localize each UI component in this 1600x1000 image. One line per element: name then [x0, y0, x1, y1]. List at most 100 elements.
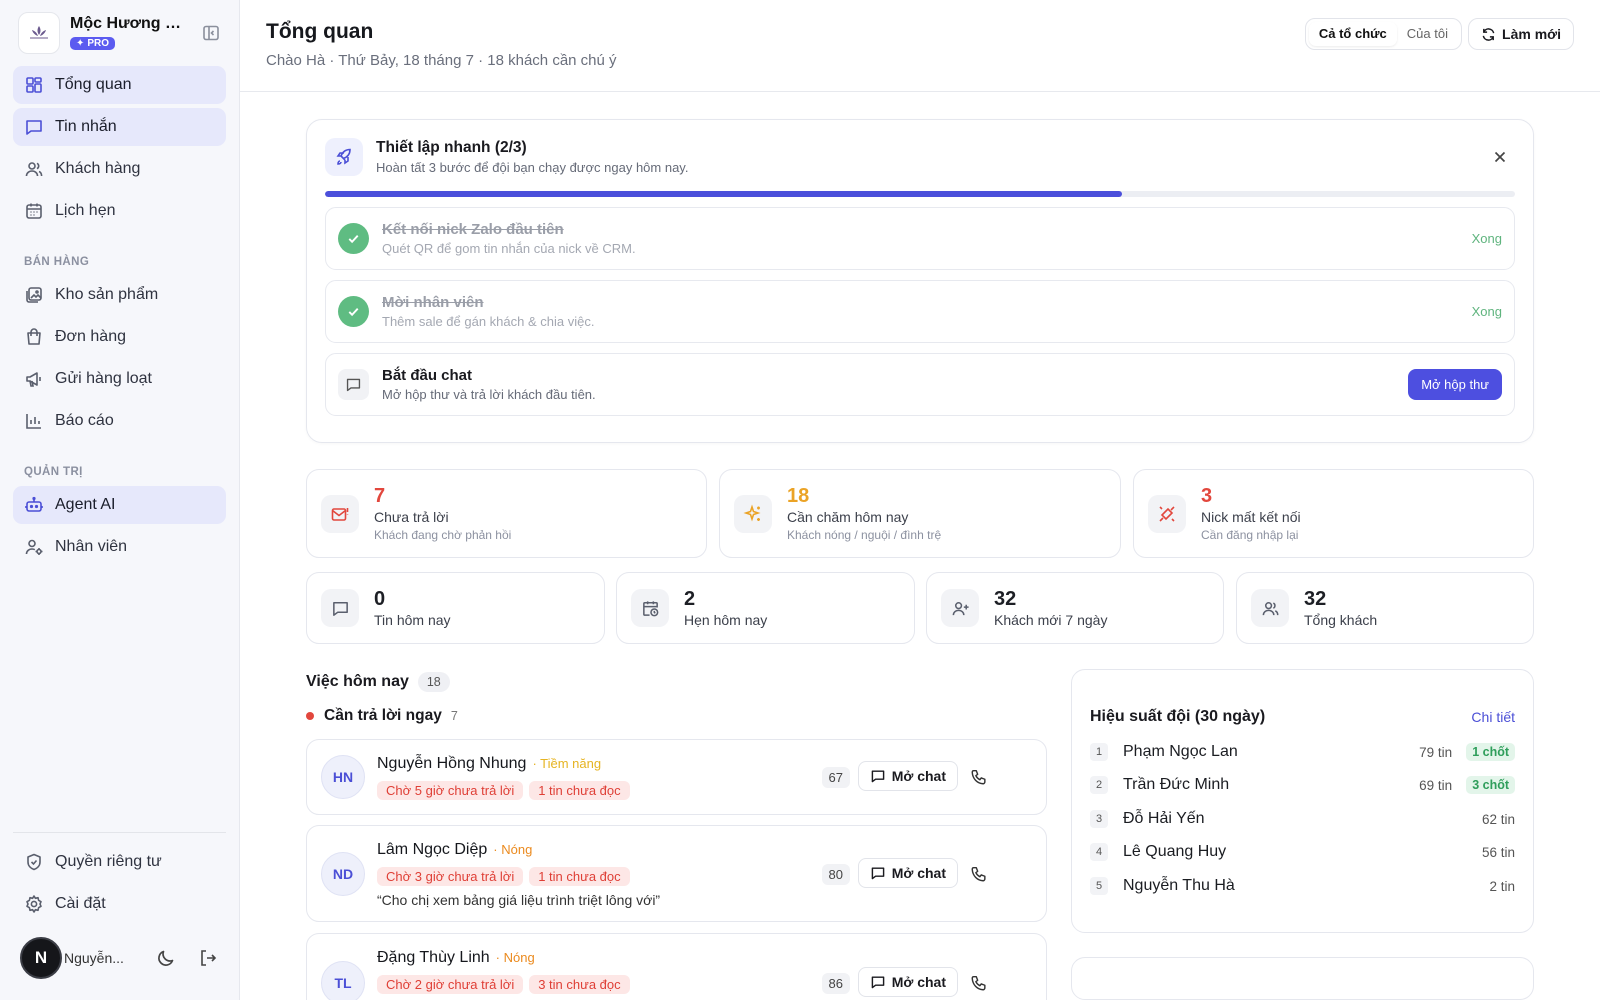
phone-icon[interactable] — [970, 865, 988, 883]
performance-row[interactable]: 3 Đỗ Hải Yến 62 tin — [1090, 805, 1515, 833]
performance-row[interactable]: 4 Lê Quang Huy 56 tin — [1090, 838, 1515, 866]
step-desc: Quét QR để gom tin nhắn của nick về CRM. — [382, 241, 636, 256]
sidebar-item-khach-hang[interactable]: Khách hàng — [13, 150, 226, 188]
phone-icon[interactable] — [970, 974, 988, 992]
rocket-icon — [325, 138, 363, 176]
setup-step-zalo: Kết nối nick Zalo đầu tiên Quét QR để gom… — [325, 207, 1515, 270]
sidebar-item-kho-san-pham[interactable]: Kho sản phẩm — [13, 276, 226, 314]
performance-details-link[interactable]: Chi tiết — [1471, 709, 1515, 725]
stat-new-customers[interactable]: 32 Khách mới 7 ngày — [926, 572, 1224, 644]
setup-subtitle: Hoàn tất 3 bước để đội bạn chạy được nga… — [376, 160, 689, 175]
mail-alert-icon — [321, 494, 359, 533]
task-card[interactable]: ND Lâm Ngọc Diệp · Nóng Chờ 3 giờ chưa tr… — [306, 825, 1047, 922]
performance-row[interactable]: 1 Phạm Ngọc Lan 79 tin 1 chốt — [1090, 738, 1515, 766]
sidebar-item-tong-quan[interactable]: Tổng quan — [13, 66, 226, 104]
customer-tag: · Nóng — [493, 842, 533, 857]
shield-icon — [24, 852, 44, 872]
performance-row[interactable]: 2 Trần Đức Minh 69 tin 3 chốt — [1090, 771, 1515, 799]
scope-toggle: Cả tổ chức Của tôi — [1304, 18, 1462, 50]
rank: 2 — [1090, 776, 1108, 794]
brand-name: Mộc Hương Spa — [70, 15, 188, 32]
urgent-group-count: 7 — [450, 709, 458, 723]
message-icon — [870, 865, 886, 881]
customer-name-text: Nguyễn Hồng Nhung — [377, 755, 527, 772]
last-message-quote: “Cho chị xem bảng giá liệu trình triệt l… — [377, 892, 661, 908]
setup-step-chat: Bắt đầu chat Mở hộp thư và trả lời khách … — [325, 353, 1515, 416]
sidebar-item-label: Gửi hàng loạt — [55, 370, 152, 387]
unread-badge: 1 tin chưa đọc — [529, 781, 630, 800]
scope-org-button[interactable]: Cả tổ chức — [1308, 22, 1397, 46]
logout-icon[interactable] — [197, 947, 219, 969]
customer-name-text: Đặng Thùy Linh — [377, 949, 490, 966]
close-icon[interactable] — [1491, 148, 1509, 166]
sidebar-item-label: Khách hàng — [55, 160, 141, 177]
message-icon — [338, 369, 369, 400]
staff-name: Nguyễn Thu Hà — [1123, 877, 1235, 894]
user-settings-icon — [24, 537, 44, 557]
message-icon — [870, 768, 886, 784]
phone-icon[interactable] — [970, 768, 988, 786]
sidebar-item-label: Báo cáo — [55, 412, 114, 429]
stat-care-today[interactable]: 18 Cần chăm hôm nay Khách nóng / nguội / đ… — [719, 469, 1121, 558]
stat-label: Chưa trả lời — [374, 509, 449, 525]
sparkles-icon — [734, 494, 772, 533]
sidebar-item-bao-cao[interactable]: Báo cáo — [13, 402, 226, 440]
customer-name: Nguyễn Hồng Nhung · Tiềm năng — [377, 755, 601, 773]
task-card[interactable]: HN Nguyễn Hồng Nhung · Tiềm năng Chờ 5 gi… — [306, 739, 1047, 815]
customer-avatar: HN — [321, 755, 365, 799]
moon-icon[interactable] — [155, 947, 177, 969]
customer-tag: · Tiềm năng — [532, 756, 602, 771]
staff-name: Trần Đức Minh — [1123, 776, 1230, 793]
task-card[interactable]: TL Đặng Thùy Linh · Nóng Chờ 2 giờ chưa t… — [306, 933, 1047, 1000]
sidebar-item-agent-ai[interactable]: Agent AI — [13, 486, 226, 524]
gear-icon — [24, 894, 44, 914]
sidebar-collapse-icon[interactable] — [201, 23, 221, 43]
step-title: Bắt đầu chat — [382, 367, 473, 384]
stat-appointments-today[interactable]: 2 Hẹn hôm nay — [616, 572, 915, 644]
users-icon — [1251, 589, 1289, 627]
team-performance-card: Hiệu suất đội (30 ngày) Chi tiết 1 Phạm … — [1071, 669, 1534, 933]
stat-total-customers[interactable]: 32 Tổng khách — [1236, 572, 1534, 644]
stat-value: 18 — [787, 485, 810, 507]
open-inbox-button[interactable]: Mở hộp thư — [1408, 369, 1502, 400]
message-icon — [24, 117, 44, 137]
message-count: 62 tin — [1481, 811, 1515, 827]
stat-label: Khách mới 7 ngày — [994, 612, 1108, 628]
sidebar-item-privacy[interactable]: Quyền riêng tư — [13, 843, 226, 881]
sidebar-item-don-hang[interactable]: Đơn hàng — [13, 318, 226, 356]
page-subtitle: Chào Hà · Thứ Bảy, 18 tháng 7 · 18 khách… — [266, 52, 617, 69]
step-status: Xong — [1471, 304, 1502, 319]
avatar[interactable]: N — [20, 937, 62, 979]
sidebar-item-lich-hen[interactable]: Lịch hẹn — [13, 192, 226, 230]
sidebar-item-nhan-vien[interactable]: Nhân viên — [13, 528, 226, 566]
setup-title: Thiết lập nhanh (2/3) — [376, 139, 527, 156]
performance-title: Hiệu suất đội (30 ngày) — [1090, 708, 1266, 725]
stat-messages-today[interactable]: 0 Tin hôm nay — [306, 572, 605, 644]
main: Tổng quan Chào Hà · Thứ Bảy, 18 tháng 7 … — [240, 0, 1600, 1000]
stat-unanswered[interactable]: 7 Chưa trả lời Khách đang chờ phản hồi — [306, 469, 707, 558]
open-chat-button[interactable]: Mở chat — [857, 761, 958, 791]
open-chat-button[interactable]: Mở chat — [857, 967, 958, 997]
calendar-icon — [24, 201, 44, 221]
customer-name: Lâm Ngọc Diệp · Nóng — [377, 841, 532, 859]
unread-badge: 1 tin chưa đọc — [529, 867, 630, 886]
scope-mine-button[interactable]: Của tôi — [1397, 22, 1458, 46]
sidebar-item-settings[interactable]: Cài đặt — [13, 885, 226, 923]
rank: 4 — [1090, 843, 1108, 861]
customer-name-text: Lâm Ngọc Diệp — [377, 841, 488, 858]
user-name[interactable]: Nguyễn... — [64, 950, 135, 966]
setup-step-invite: Mời nhân viên Thêm sale để gán khách & ch… — [325, 280, 1515, 343]
stat-disconnected[interactable]: 3 Nick mất kết nối Cần đăng nhập lại — [1133, 469, 1534, 558]
sidebar-item-tin-nhan[interactable]: Tin nhắn — [13, 108, 226, 146]
brand-logo[interactable] — [18, 12, 60, 54]
bar-chart-icon — [24, 411, 44, 431]
customer-score: 86 — [821, 973, 850, 994]
staff-name: Phạm Ngọc Lan — [1123, 743, 1238, 760]
tasks-count: 18 — [417, 672, 450, 692]
sidebar-item-label: Kho sản phẩm — [55, 286, 159, 303]
sidebar-item-gui-hang-loat[interactable]: Gửi hàng loạt — [13, 360, 226, 398]
red-dot-icon — [306, 712, 314, 720]
open-chat-button[interactable]: Mở chat — [857, 858, 958, 888]
performance-row[interactable]: 5 Nguyễn Thu Hà 2 tin — [1090, 872, 1515, 900]
refresh-button[interactable]: Làm mới — [1468, 18, 1574, 50]
